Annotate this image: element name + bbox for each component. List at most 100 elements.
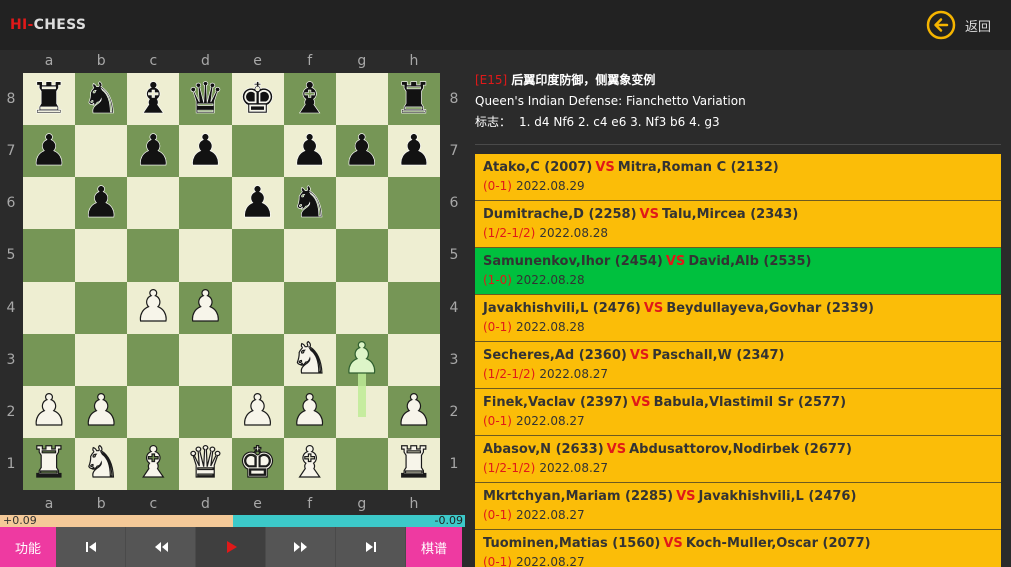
- square-a3[interactable]: [23, 333, 76, 386]
- white-king-icon[interactable]: ♚: [238, 441, 278, 485]
- game-item[interactable]: Finek,Vaclav (2397) VS Babula,Vlastimil Sr…: [475, 389, 1001, 436]
- square-a7[interactable]: ♟: [23, 125, 76, 178]
- white-pawn-icon[interactable]: ♟: [290, 389, 330, 433]
- black-pawn-icon[interactable]: ♟: [29, 129, 68, 173]
- square-h6[interactable]: [387, 177, 440, 230]
- game-item[interactable]: Javakhishvili,L (2476) VS Beydullayeva,Gov…: [475, 295, 1001, 342]
- white-rook-icon[interactable]: ♜: [29, 441, 69, 485]
- square-b1[interactable]: ♞: [75, 437, 128, 490]
- black-knight-icon[interactable]: ♞: [290, 181, 329, 225]
- square-a2[interactable]: ♟: [23, 385, 76, 438]
- white-pawn-icon[interactable]: ♟: [133, 285, 173, 329]
- square-e1[interactable]: ♚: [231, 437, 284, 490]
- white-pawn-icon[interactable]: ♟: [186, 285, 226, 329]
- square-a4[interactable]: [23, 281, 76, 334]
- square-e6[interactable]: ♟: [231, 177, 284, 230]
- square-g6[interactable]: [335, 177, 388, 230]
- next-move-button[interactable]: [266, 527, 336, 567]
- black-pawn-icon[interactable]: ♟: [290, 129, 329, 173]
- square-e4[interactable]: [231, 281, 284, 334]
- square-f1[interactable]: ♝: [283, 437, 336, 490]
- white-pawn-icon[interactable]: ♟: [342, 337, 382, 381]
- first-move-button[interactable]: [56, 527, 126, 567]
- last-move-button[interactable]: [336, 527, 406, 567]
- square-h4[interactable]: [387, 281, 440, 334]
- square-c5[interactable]: [127, 229, 180, 282]
- square-f5[interactable]: [283, 229, 336, 282]
- square-a5[interactable]: [23, 229, 76, 282]
- black-pawn-icon[interactable]: ♟: [82, 181, 121, 225]
- square-h7[interactable]: ♟: [387, 125, 440, 178]
- square-h2[interactable]: ♟: [387, 385, 440, 438]
- square-c2[interactable]: [127, 385, 180, 438]
- white-bishop-icon[interactable]: ♝: [290, 441, 330, 485]
- square-e3[interactable]: [231, 333, 284, 386]
- square-g3[interactable]: ♟: [335, 333, 388, 386]
- square-b6[interactable]: ♟: [75, 177, 128, 230]
- game-item[interactable]: Atako,C (2007) VS Mitra,Roman C (2132) (0-1…: [475, 154, 1001, 201]
- square-b8[interactable]: ♞: [75, 73, 128, 126]
- square-h3[interactable]: [387, 333, 440, 386]
- square-c1[interactable]: ♝: [127, 437, 180, 490]
- square-c8[interactable]: ♝: [127, 73, 180, 126]
- square-e5[interactable]: [231, 229, 284, 282]
- play-button[interactable]: [196, 527, 266, 567]
- square-e8[interactable]: ♚: [231, 73, 284, 126]
- square-c4[interactable]: ♟: [127, 281, 180, 334]
- square-c7[interactable]: ♟: [127, 125, 180, 178]
- white-pawn-icon[interactable]: ♟: [238, 389, 278, 433]
- square-a8[interactable]: ♜: [23, 73, 76, 126]
- chess-board[interactable]: ♜ ♞ ♝ ♛ ♚ ♝ ♜ ♟ ♟ ♟ ♟ ♟ ♟ ♟ ♟ ♞ ♟ ♟ ♞ ♟ ♟ ♟ ♟ ♟ ♟ ♜ ♞ ♝ ♛ ♚ ♝ ♜: [23, 73, 440, 490]
- square-b3[interactable]: [75, 333, 128, 386]
- white-pawn-icon[interactable]: ♟: [81, 389, 121, 433]
- white-rook-icon[interactable]: ♜: [394, 441, 434, 485]
- black-king-icon[interactable]: ♚: [238, 77, 277, 121]
- white-queen-icon[interactable]: ♛: [186, 441, 226, 485]
- white-pawn-icon[interactable]: ♟: [394, 389, 434, 433]
- game-item[interactable]: Mkrtchyan,Mariam (2285) VS Javakhishvili,L…: [475, 483, 1001, 530]
- square-f4[interactable]: [283, 281, 336, 334]
- black-pawn-icon[interactable]: ♟: [342, 129, 381, 173]
- game-list[interactable]: Atako,C (2007) VS Mitra,Roman C (2132) (0-1…: [475, 154, 1001, 567]
- square-a1[interactable]: ♜: [23, 437, 76, 490]
- previous-move-button[interactable]: [126, 527, 196, 567]
- square-f6[interactable]: ♞: [283, 177, 336, 230]
- white-bishop-icon[interactable]: ♝: [133, 441, 173, 485]
- black-pawn-icon[interactable]: ♟: [134, 129, 173, 173]
- black-bishop-icon[interactable]: ♝: [290, 77, 329, 121]
- game-record-button[interactable]: 棋谱: [406, 527, 462, 567]
- square-h1[interactable]: ♜: [387, 437, 440, 490]
- square-e7[interactable]: [231, 125, 284, 178]
- square-d5[interactable]: [179, 229, 232, 282]
- black-pawn-icon[interactable]: ♟: [186, 129, 225, 173]
- square-f3[interactable]: ♞: [283, 333, 336, 386]
- white-knight-icon[interactable]: ♞: [290, 337, 330, 381]
- black-queen-icon[interactable]: ♛: [186, 77, 225, 121]
- square-d8[interactable]: ♛: [179, 73, 232, 126]
- game-item[interactable]: Secheres,Ad (2360) VS Paschall,W (2347) (1/…: [475, 342, 1001, 389]
- square-b5[interactable]: [75, 229, 128, 282]
- square-b4[interactable]: [75, 281, 128, 334]
- square-h5[interactable]: [387, 229, 440, 282]
- game-item[interactable]: Samunenkov,Ihor (2454) VS David,Alb (2535)…: [475, 248, 1001, 295]
- square-g8[interactable]: [335, 73, 388, 126]
- white-pawn-icon[interactable]: ♟: [29, 389, 69, 433]
- black-rook-icon[interactable]: ♜: [29, 77, 68, 121]
- function-button[interactable]: 功能: [0, 527, 56, 567]
- square-f7[interactable]: ♟: [283, 125, 336, 178]
- square-d7[interactable]: ♟: [179, 125, 232, 178]
- black-knight-icon[interactable]: ♞: [82, 77, 121, 121]
- game-item[interactable]: Dumitrache,D (2258) VS Talu,Mircea (2343) (…: [475, 201, 1001, 248]
- square-d2[interactable]: [179, 385, 232, 438]
- square-a6[interactable]: [23, 177, 76, 230]
- square-d3[interactable]: [179, 333, 232, 386]
- square-g1[interactable]: [335, 437, 388, 490]
- square-g5[interactable]: [335, 229, 388, 282]
- back-button[interactable]: 返回: [926, 9, 991, 41]
- black-bishop-icon[interactable]: ♝: [134, 77, 173, 121]
- square-d6[interactable]: [179, 177, 232, 230]
- square-g7[interactable]: ♟: [335, 125, 388, 178]
- game-item[interactable]: Tuominen,Matias (1560) VS Koch-Muller,Osca…: [475, 530, 1001, 567]
- square-g2[interactable]: [335, 385, 388, 438]
- square-g4[interactable]: [335, 281, 388, 334]
